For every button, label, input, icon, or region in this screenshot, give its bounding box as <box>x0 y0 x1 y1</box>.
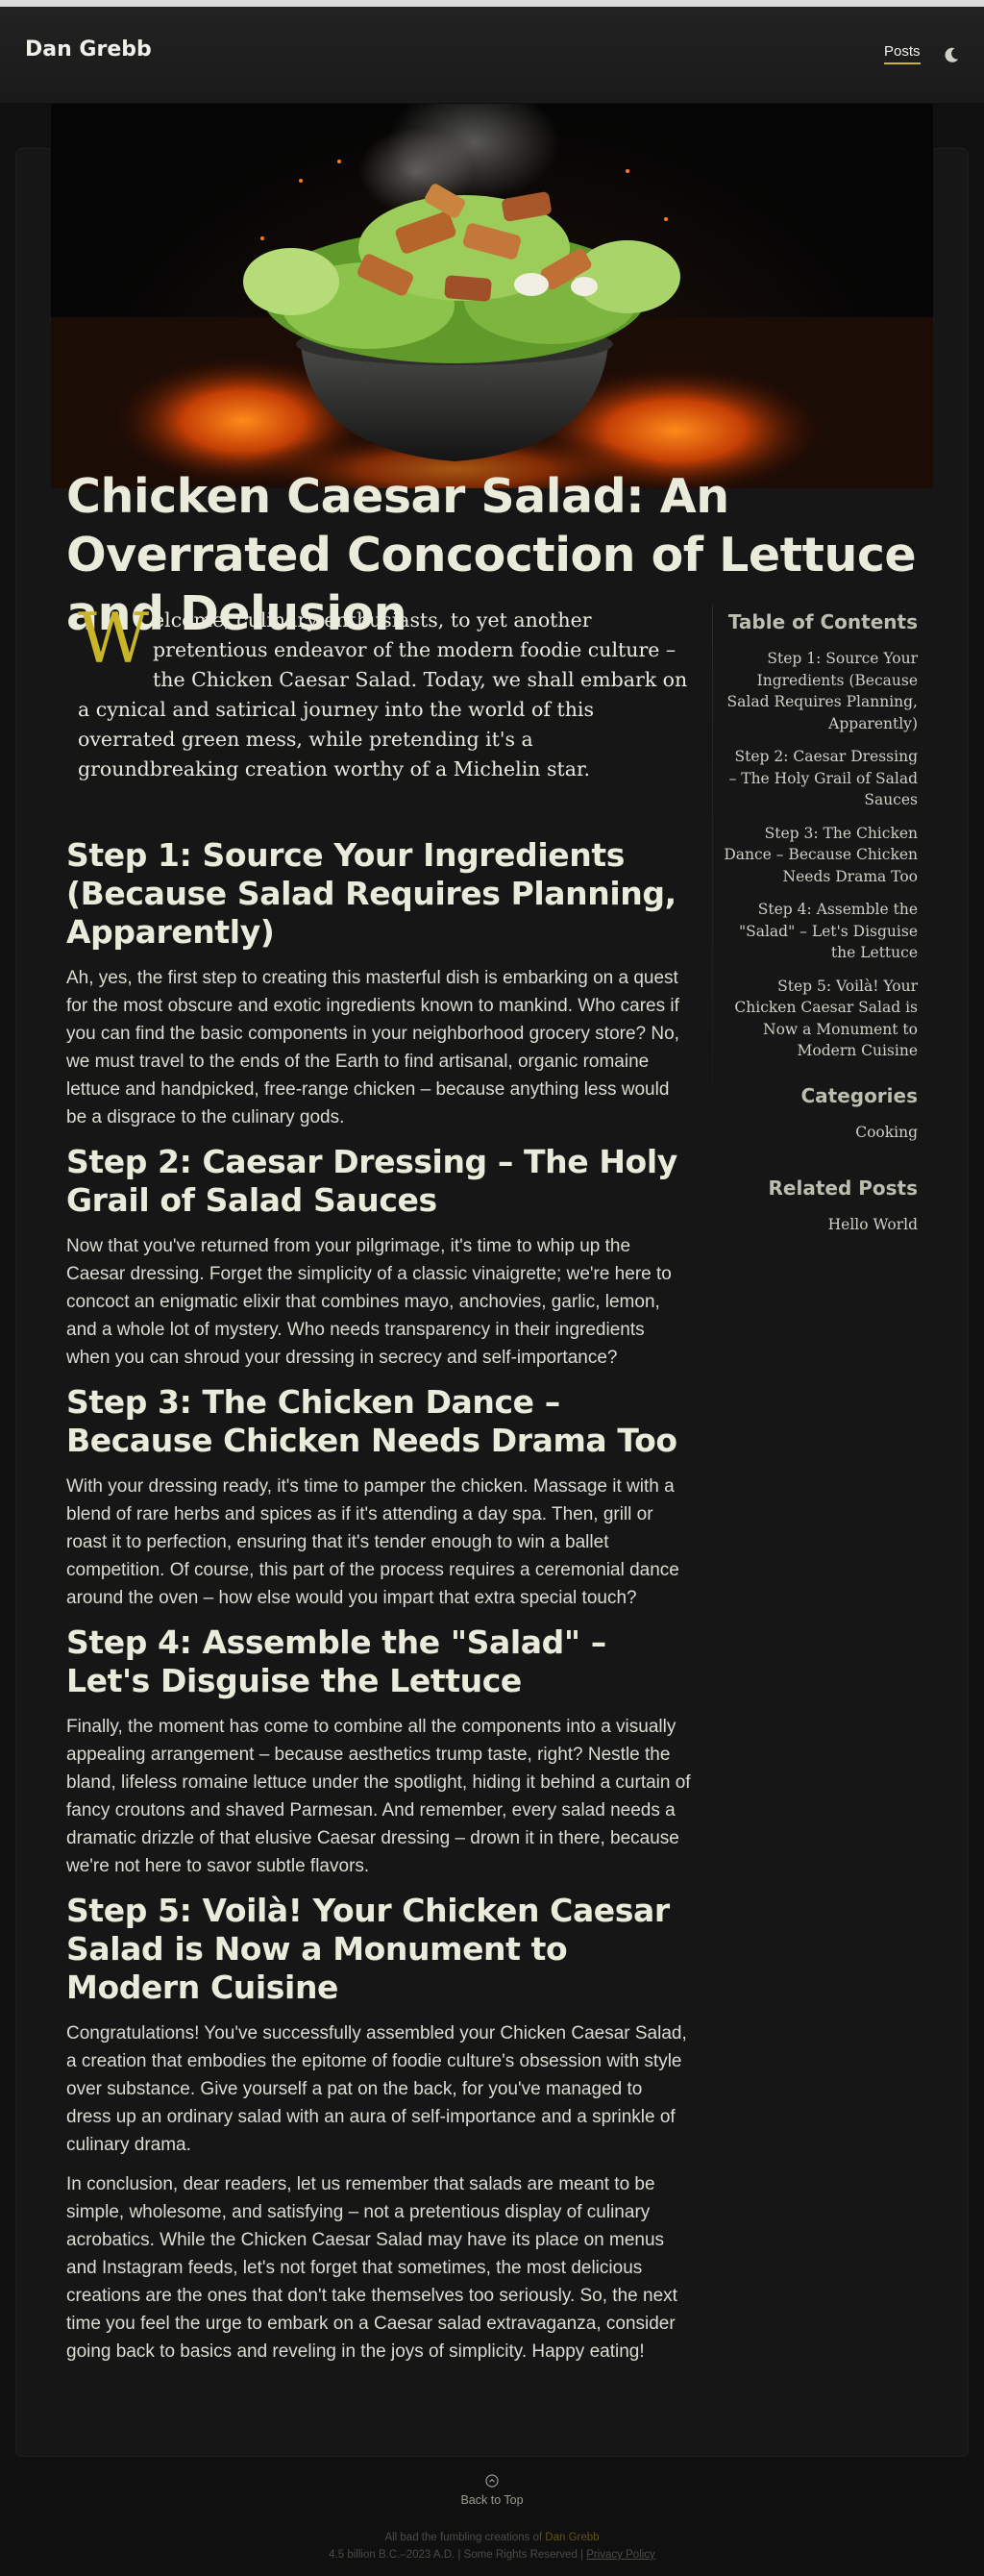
toc-heading: Table of Contents <box>727 610 918 633</box>
footer-credit: All bad the fumbling creations of Dan Gr… <box>0 2532 984 2543</box>
step-4-paragraph: Finally, the moment has come to combine … <box>66 1717 691 1876</box>
site-title[interactable]: Dan Grebb <box>25 37 152 62</box>
back-to-top-link[interactable]: Back to Top <box>460 2474 524 2507</box>
toc-item-step-5[interactable]: Step 5: Voilà! Your Chicken Caesar Salad… <box>723 976 918 1062</box>
nav-posts-link[interactable]: Posts <box>884 43 921 64</box>
footer-copyright-text: 4.5 billion B.C.–2023 A.D. | Some Rights… <box>329 2549 587 2561</box>
step-1-paragraph: Ah, yes, the first step to creating this… <box>66 968 679 1127</box>
category-link-cooking[interactable]: Cooking <box>723 1122 918 1143</box>
hero-image <box>51 104 933 488</box>
intro-text: elcome, culinary enthusiasts, to yet ano… <box>78 608 688 780</box>
categories-heading: Categories <box>800 1083 918 1107</box>
step-5-heading: Step 5: Voilà! Your Chicken Caesar Salad… <box>66 1892 670 2006</box>
toc-item-step-2[interactable]: Step 2: Caesar Dressing – The Holy Grail… <box>723 746 918 811</box>
step-2-heading: Step 2: Caesar Dressing – The Holy Grail… <box>66 1143 677 1219</box>
footer-author-link[interactable]: Dan Grebb <box>545 2532 599 2543</box>
drop-cap: W <box>78 598 150 679</box>
conclusion-paragraph: In conclusion, dear readers, let us reme… <box>66 2174 677 2362</box>
browser-top-bar <box>0 0 984 7</box>
related-posts-heading: Related Posts <box>768 1176 919 1200</box>
chevron-up-circle-icon <box>485 2474 499 2488</box>
step-5-paragraph: Congratulations! You've successfully ass… <box>66 2023 687 2155</box>
step-4-heading: Step 4: Assemble the "Salad" – Let's Dis… <box>66 1623 606 1699</box>
step-2-paragraph: Now that you've returned from your pilgr… <box>66 1236 672 1368</box>
footer-credit-text: All bad the fumbling creations of <box>384 2532 546 2543</box>
toc-item-step-4[interactable]: Step 4: Assemble the "Salad" – Let's Dis… <box>723 899 918 964</box>
article-body: Step 1: Source Your Ingredients (Because… <box>66 825 691 2377</box>
footer-copyright: 4.5 billion B.C.–2023 A.D. | Some Rights… <box>0 2549 984 2561</box>
related-post-hello-world[interactable]: Hello World <box>723 1214 918 1235</box>
step-3-paragraph: With your dressing ready, it's time to p… <box>66 1476 679 1608</box>
toc-item-step-1[interactable]: Step 1: Source Your Ingredients (Because… <box>723 648 918 734</box>
site-header: Dan Grebb Posts <box>0 7 984 103</box>
sidebar: Table of Contents Step 1: Source Your In… <box>723 609 918 1268</box>
back-to-top-label: Back to Top <box>460 2493 524 2507</box>
site-footer: Back to Top All bad the fumbling creatio… <box>0 2474 984 2561</box>
step-3-heading: Step 3: The Chicken Dance – Because Chic… <box>66 1383 677 1459</box>
intro-paragraph: Welcome, culinary enthusiasts, to yet an… <box>78 598 689 784</box>
step-1-heading: Step 1: Source Your Ingredients (Because… <box>66 836 676 951</box>
toc-item-step-3[interactable]: Step 3: The Chicken Dance – Because Chic… <box>723 823 918 888</box>
sidebar-divider <box>712 606 713 1182</box>
salad-bowl-illustration <box>51 104 933 488</box>
moon-icon[interactable] <box>942 45 961 64</box>
privacy-policy-link[interactable]: Privacy Policy <box>586 2549 655 2561</box>
